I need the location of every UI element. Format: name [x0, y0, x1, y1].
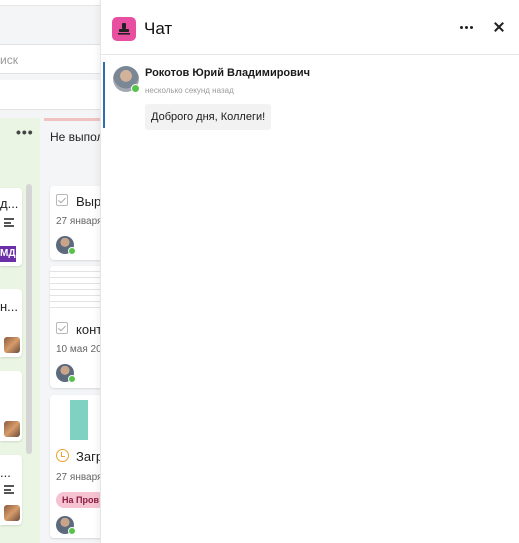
thumbnail-chart-bar [70, 400, 88, 440]
message-author[interactable]: Рокотов Юрий Владимирович [145, 67, 310, 79]
card-thumbnail [50, 395, 100, 443]
more-options-icon[interactable] [457, 18, 477, 38]
kanban-column-b: Не выпол Выр 27 января конт 10 мая 20 За… [44, 118, 104, 543]
chat-app-icon [112, 17, 136, 41]
kanban-card[interactable]: д... МД [0, 188, 22, 266]
task-check-icon [56, 322, 68, 334]
board-search-placeholder: иск [0, 53, 18, 67]
board-topbar [0, 0, 110, 6]
kanban-card[interactable]: н... [0, 289, 22, 357]
close-icon[interactable] [489, 18, 509, 38]
card-avatar [4, 505, 20, 521]
card-thumbnail [50, 266, 100, 312]
column-b-color-line [44, 118, 100, 121]
card-avatar [56, 364, 76, 383]
board-filter-bar [0, 80, 110, 110]
board-search-bar[interactable]: иск [0, 44, 110, 74]
chat-panel: Чат Рокотов Юрий Владимирович несколько … [100, 0, 519, 543]
kanban-card[interactable]: конт 10 мая 20 [50, 266, 100, 388]
card-title: н... [0, 299, 19, 314]
message-bubble: Доброго дня, Коллеги! [145, 104, 272, 130]
stamp-icon [118, 23, 130, 35]
kanban-column-a: ••• д... МД н... ... [0, 118, 40, 543]
kanban-card[interactable] [0, 371, 22, 441]
chat-header: Чат [101, 0, 519, 55]
column-a-menu-icon[interactable]: ••• [16, 124, 34, 140]
description-icon [4, 485, 14, 494]
column-b-title: Не выпол [50, 130, 104, 144]
card-title: ... [0, 465, 11, 480]
online-status-icon [131, 84, 140, 93]
card-avatar [56, 516, 76, 535]
card-date: 10 мая 20 [56, 344, 100, 355]
task-check-icon [56, 194, 68, 206]
avatar[interactable] [113, 66, 140, 93]
card-tag: МД [0, 246, 16, 262]
kanban-card[interactable]: Загр 27 января На Пров [50, 395, 100, 538]
card-title: Загр [76, 449, 100, 464]
message-time: несколько секунд назад [145, 86, 234, 95]
status-badge: На Пров [56, 492, 100, 508]
card-title: конт [76, 322, 100, 337]
card-avatar [56, 236, 76, 255]
column-a-scrollbar[interactable] [26, 184, 32, 454]
message-accent-line [103, 62, 105, 128]
description-icon [4, 218, 14, 227]
chat-title: Чат [144, 19, 173, 38]
clock-icon [56, 449, 69, 462]
card-avatar [4, 421, 20, 437]
card-date: 27 января [56, 216, 100, 227]
kanban-card[interactable]: ... [0, 455, 22, 525]
card-date: 27 января [56, 472, 100, 483]
card-avatar [4, 337, 20, 353]
kanban-card[interactable]: Выр 27 января [50, 186, 100, 260]
column-a-header: ••• [0, 118, 40, 148]
card-title: д... [0, 196, 19, 211]
card-title: Выр [76, 194, 100, 209]
